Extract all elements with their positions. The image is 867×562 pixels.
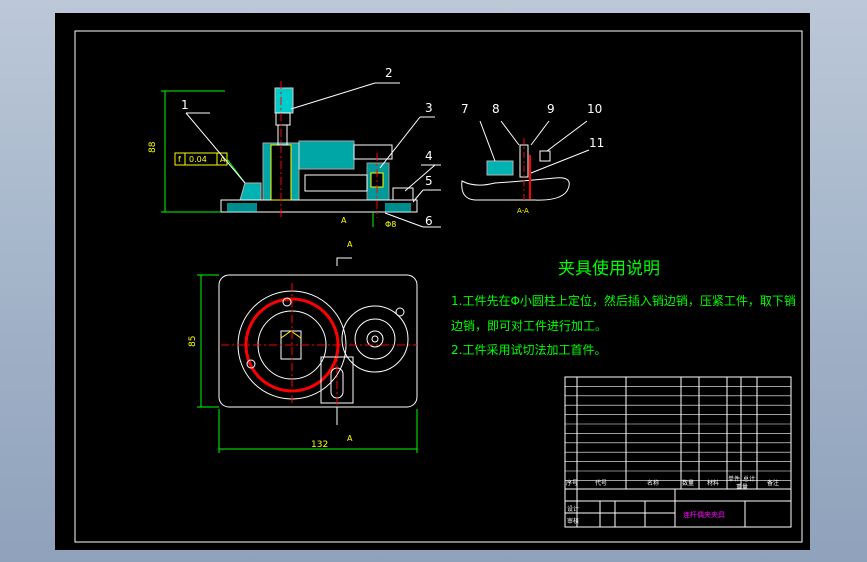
balloon-3: 3: [425, 101, 433, 115]
leader-8: [500, 120, 520, 146]
balloon-1: 1: [181, 98, 189, 112]
cut-label-top: A: [347, 240, 353, 249]
plan-view: A A 132 85: [188, 240, 418, 453]
tol-symbol: f: [178, 155, 181, 164]
balloon-7: 7: [461, 102, 469, 116]
balloon-9: 9: [547, 102, 555, 116]
notes-line-1: 1.工件先在Φ小圆柱上定位，然后插入销边销，压紧工件，取下销: [451, 293, 796, 308]
balloon-2: 2: [385, 66, 393, 80]
usage-notes: 夹具使用说明 1.工件先在Φ小圆柱上定位，然后插入销边销，压紧工件，取下销 边销…: [451, 258, 796, 357]
section-block: [486, 160, 514, 176]
leader-2: [290, 82, 376, 110]
leader-10: [546, 120, 588, 152]
leader-7: [479, 120, 496, 162]
leader-5: [412, 189, 424, 203]
section-label: A-A: [517, 207, 529, 215]
tol-value: 0.04: [189, 155, 207, 164]
tb-drawing-name: 连杆偶夹夹具: [683, 510, 725, 519]
section-nut: [539, 150, 551, 162]
section-view: 7 8 9 10 11 A-A: [461, 102, 604, 215]
left-block: [239, 182, 262, 201]
leader-1: [185, 112, 246, 184]
plan-screw-3: [395, 307, 405, 317]
balloon-5: 5: [425, 174, 433, 188]
base-hatch-right: [385, 203, 411, 212]
tb-header-code: 代号: [595, 479, 607, 487]
clamp-arm: [353, 144, 393, 160]
tb-review: 审核: [567, 517, 579, 525]
drawing-sheet: 88 f 0.04 A Φ8 A 1 2 3 4 5 6 7 8 9 10 11…: [55, 13, 810, 550]
tb-header-unit: 单件: [728, 475, 740, 483]
pin-neck: [275, 112, 291, 126]
title-block: 序号 代号 名称 数量 材料 单件 总计 重量 备注 设计 审核 连杆偶夹夹具: [564, 376, 792, 528]
pin-stem: [277, 124, 288, 146]
drawing-canvas: 88 f 0.04 A Φ8 A 1 2 3 4 5 6 7 8 9 10 11…: [74, 30, 803, 543]
tb-weight: 重量: [736, 483, 748, 491]
plan-clamp: [320, 356, 354, 404]
tb-header-no: 序号: [566, 479, 578, 487]
cut-label-bottom: A: [347, 434, 353, 443]
tb-header-name: 名称: [647, 479, 659, 487]
tb-header-total: 总计: [743, 475, 755, 483]
dim-plan-height-text: 85: [188, 336, 198, 347]
tb-header-material: 材料: [707, 479, 719, 487]
balloon-10: 10: [587, 102, 602, 116]
balloon-11: 11: [589, 136, 604, 150]
tb-header-remark: 备注: [767, 479, 779, 487]
section-mark-front: A: [341, 216, 347, 225]
notes-line-2: 边销，即可对工件进行加工。: [451, 319, 607, 333]
notes-title: 夹具使用说明: [558, 258, 660, 279]
balloon-8: 8: [492, 102, 500, 116]
dim-height-text: 88: [148, 141, 158, 153]
base-hatch: [227, 203, 257, 212]
leader-3: [379, 116, 421, 169]
cad-viewport: 88 f 0.04 A Φ8 A 1 2 3 4 5 6 7 8 9 10 11…: [0, 0, 867, 562]
balloon-6: 6: [425, 214, 433, 228]
tb-header-qty: 数量: [682, 479, 694, 487]
pin-head: [274, 87, 294, 114]
dim-width-text: 132: [311, 440, 328, 450]
lower-plate: [304, 174, 368, 192]
cut-mark-top: [336, 257, 352, 266]
notes-line-3: 2.工件采用试切法加工首件。: [451, 342, 606, 357]
plan-outline: [218, 274, 418, 408]
balloon-4: 4: [425, 149, 433, 163]
tb-design: 设计: [567, 505, 579, 513]
plan-small-inner: [354, 318, 396, 360]
section-outline: [461, 177, 570, 201]
support-foot: [392, 187, 414, 201]
workpiece-block: [298, 140, 355, 170]
leader-9: [530, 120, 550, 146]
dim-small-text: Φ8: [385, 220, 396, 229]
front-view: 88 f 0.04 A Φ8 A 1 2 3 4 5 6: [148, 66, 441, 229]
